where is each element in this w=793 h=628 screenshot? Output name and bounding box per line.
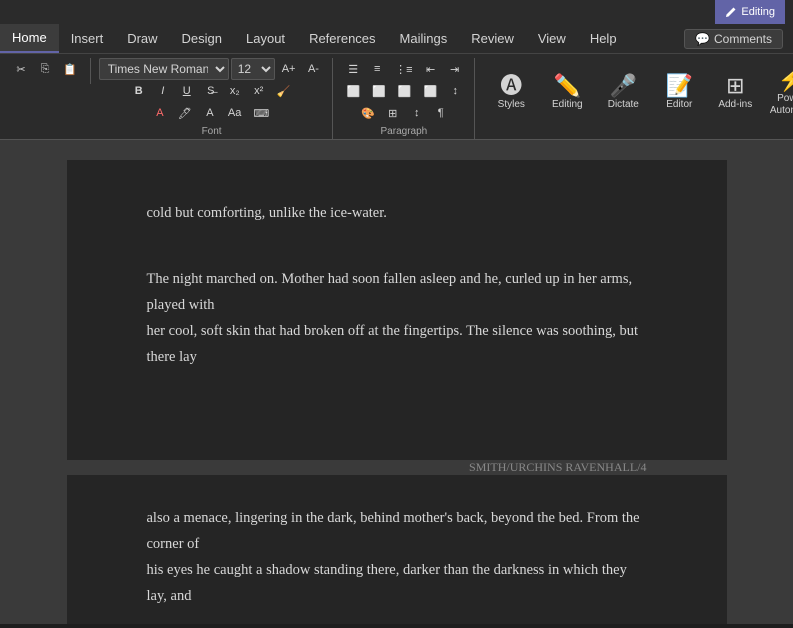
para-row1: ☰ ≡ ⋮≡ ⇤ ⇥ bbox=[342, 58, 465, 80]
addins-icon: ⊞ bbox=[726, 75, 744, 97]
dictate-label: Dictate bbox=[608, 99, 639, 111]
menu-insert[interactable]: Insert bbox=[59, 24, 116, 53]
title-bar: Editing bbox=[0, 0, 793, 24]
document-page1[interactable]: cold but comforting, unlike the ice-wate… bbox=[67, 160, 727, 460]
font-color-button[interactable]: A bbox=[149, 102, 171, 124]
editing-button[interactable]: ✏️ Editing bbox=[539, 58, 595, 128]
editing-badge: Editing bbox=[715, 0, 785, 24]
para-row2: ⬜ ⬜ ⬜ ⬜ ↕ bbox=[341, 80, 466, 102]
bold-button[interactable]: B bbox=[128, 80, 150, 102]
subscript-button[interactable]: x₂ bbox=[224, 80, 246, 102]
power-automate-label: PowerAutomate bbox=[770, 93, 793, 117]
font-row1: Times New Roman 12 10 11 14 16 A+ A- bbox=[99, 58, 325, 80]
underline-button[interactable]: U bbox=[176, 80, 198, 102]
document-area[interactable]: cold but comforting, unlike the ice-wate… bbox=[0, 140, 793, 624]
page-header-text: SMITH/URCHINS RAVENHALL/4 bbox=[469, 460, 646, 475]
para-row3: 🎨 ⊞ ↕ ¶ bbox=[356, 102, 452, 124]
pencil-icon bbox=[725, 6, 737, 18]
copy-button[interactable]: ⎘ bbox=[34, 58, 56, 80]
font-dialog-button[interactable]: ⌨ bbox=[248, 102, 274, 124]
clipboard-row: ✂ ⎘ 📋 bbox=[10, 58, 82, 80]
menu-view[interactable]: View bbox=[526, 24, 578, 53]
editing-btn-label: Editing bbox=[552, 99, 583, 111]
show-marks-button[interactable]: ¶ bbox=[430, 102, 452, 124]
justify-button[interactable]: ⬜ bbox=[419, 80, 443, 102]
page1-text2: The night marched on. Mother had soon fa… bbox=[147, 266, 647, 318]
align-right-button[interactable]: ⬜ bbox=[393, 80, 417, 102]
editor-icon: 📝 bbox=[666, 75, 693, 97]
highlight-button[interactable]: 🖊 bbox=[173, 102, 197, 124]
sort-button[interactable]: ↕ bbox=[406, 102, 428, 124]
editor-button[interactable]: 📝 Editor bbox=[651, 58, 707, 128]
styles-label: Styles bbox=[498, 99, 525, 111]
clear-format-button[interactable]: 🧹 bbox=[272, 80, 296, 102]
menu-help[interactable]: Help bbox=[578, 24, 629, 53]
text-color-button[interactable]: A bbox=[199, 102, 221, 124]
menu-references[interactable]: References bbox=[297, 24, 387, 53]
power-automate-icon: ⚡ bbox=[778, 69, 793, 91]
shading-button[interactable]: 🎨 bbox=[356, 102, 380, 124]
decrease-font-button[interactable]: A- bbox=[302, 58, 324, 80]
font-row3: A 🖊 A Aa ⌨ bbox=[149, 102, 274, 124]
align-center-button[interactable]: ⬜ bbox=[367, 80, 391, 102]
editor-label: Editor bbox=[666, 99, 692, 111]
paste-button[interactable]: 📋 bbox=[58, 58, 82, 80]
borders-button[interactable]: ⊞ bbox=[382, 102, 404, 124]
dictate-button[interactable]: 🎤 Dictate bbox=[595, 58, 651, 128]
page2-text2: his eyes he caught a shadow standing the… bbox=[147, 557, 647, 609]
menu-mailings[interactable]: Mailings bbox=[388, 24, 460, 53]
multilevel-button[interactable]: ⋮≡ bbox=[390, 58, 417, 80]
editing-label: Editing bbox=[741, 6, 775, 18]
ribbon-font-group: Times New Roman 12 10 11 14 16 A+ A- B I… bbox=[95, 58, 334, 139]
menu-draw[interactable]: Draw bbox=[115, 24, 169, 53]
font-group-label: Font bbox=[202, 126, 222, 137]
ribbon-paragraph-group: ☰ ≡ ⋮≡ ⇤ ⇥ ⬜ ⬜ ⬜ ⬜ ↕ 🎨 ⊞ ↕ ¶ Paragraph bbox=[337, 58, 475, 139]
align-left-button[interactable]: ⬜ bbox=[341, 80, 365, 102]
comments-button[interactable]: 💬 Comments bbox=[684, 29, 783, 49]
menu-bar: Home Insert Draw Design Layout Reference… bbox=[0, 24, 793, 54]
document-page2[interactable]: also a menace, lingering in the dark, be… bbox=[67, 475, 727, 624]
addins-button[interactable]: ⊞ Add-ins bbox=[707, 58, 763, 128]
addins-label: Add-ins bbox=[718, 99, 752, 111]
page-break-header: SMITH/URCHINS RAVENHALL/4 bbox=[67, 460, 727, 475]
comments-label: Comments bbox=[714, 32, 772, 46]
styles-icon: 🅐 bbox=[500, 75, 522, 97]
ribbon-big-group: 🅐 Styles ✏️ Editing 🎤 Dictate 📝 Editor ⊞… bbox=[479, 58, 793, 128]
line-spacing-button[interactable]: ↕ bbox=[444, 80, 466, 102]
decrease-indent-button[interactable]: ⇤ bbox=[420, 58, 442, 80]
page1-text3: her cool, soft skin that had broken off … bbox=[147, 318, 647, 370]
power-automate-button[interactable]: ⚡ PowerAutomate bbox=[763, 58, 793, 128]
strikethrough-button[interactable]: S̶ bbox=[200, 80, 222, 102]
ribbon: ✂ ⎘ 📋 Times New Roman 12 10 11 14 16 A+ … bbox=[0, 54, 793, 140]
font-name-select[interactable]: Times New Roman bbox=[99, 58, 229, 80]
menu-design[interactable]: Design bbox=[170, 24, 234, 53]
page2-text1: also a menace, lingering in the dark, be… bbox=[147, 505, 647, 557]
increase-indent-button[interactable]: ⇥ bbox=[444, 58, 466, 80]
styles-button[interactable]: 🅐 Styles bbox=[483, 58, 539, 128]
menu-layout[interactable]: Layout bbox=[234, 24, 297, 53]
numbering-button[interactable]: ≡ bbox=[366, 58, 388, 80]
bullets-button[interactable]: ☰ bbox=[342, 58, 364, 80]
editing-icon: ✏️ bbox=[554, 75, 581, 97]
change-case-button[interactable]: Aa bbox=[223, 102, 246, 124]
ribbon-clipboard-group: ✂ ⎘ 📋 bbox=[6, 58, 91, 84]
page1-text1: cold but comforting, unlike the ice-wate… bbox=[147, 200, 647, 226]
superscript-button[interactable]: x² bbox=[248, 80, 270, 102]
cut-button[interactable]: ✂ bbox=[10, 58, 32, 80]
menu-review[interactable]: Review bbox=[459, 24, 526, 53]
menu-home[interactable]: Home bbox=[0, 24, 59, 53]
font-row2: B I U S̶ x₂ x² 🧹 bbox=[128, 80, 296, 102]
comment-icon: 💬 bbox=[695, 32, 710, 46]
italic-button[interactable]: I bbox=[152, 80, 174, 102]
increase-font-button[interactable]: A+ bbox=[277, 58, 301, 80]
dictate-icon: 🎤 bbox=[610, 75, 637, 97]
paragraph-group-label: Paragraph bbox=[381, 126, 428, 137]
font-size-select[interactable]: 12 10 11 14 16 bbox=[231, 58, 275, 80]
